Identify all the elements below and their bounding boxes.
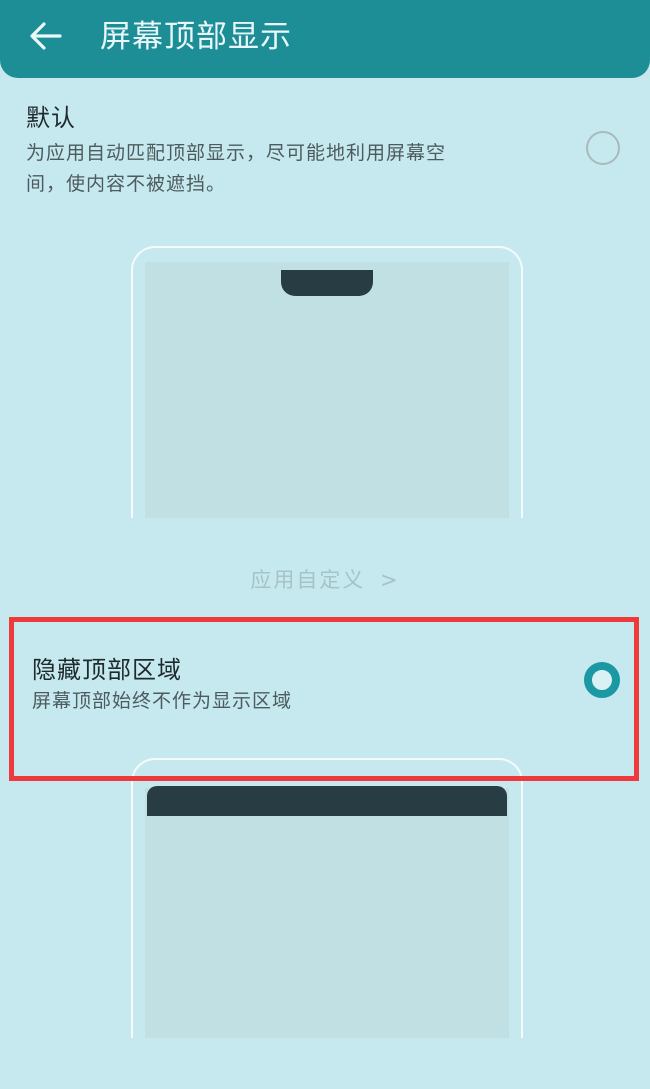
app-custom-link-label: 应用自定义 <box>250 568 366 592</box>
preview-screen <box>145 262 509 518</box>
settings-content: 默认 为应用自动匹配顶部显示，尽可能地利用屏幕空 间，使内容不被遮挡。 应用自定… <box>0 78 650 1089</box>
option-default-description-line1: 为应用自动匹配顶部显示，尽可能地利用屏幕空 <box>26 142 447 164</box>
app-header: 屏幕顶部显示 <box>0 0 650 78</box>
page-title: 屏幕顶部显示 <box>100 19 292 55</box>
hide-top-preview-illustration <box>131 758 523 1038</box>
preview-notch <box>281 270 373 296</box>
app-custom-link[interactable]: 应用自定义 > <box>0 564 650 594</box>
preview-screen <box>145 788 509 1038</box>
highlight-annotation-box <box>9 617 639 781</box>
option-default-title: 默认 <box>26 104 76 132</box>
option-default-radio[interactable] <box>586 131 620 165</box>
back-arrow-icon[interactable] <box>26 16 66 56</box>
chevron-right-icon: > <box>380 568 400 592</box>
option-default-description-line2: 间，使内容不被遮挡。 <box>26 173 227 195</box>
preview-black-top-bar <box>147 786 507 816</box>
default-preview-illustration <box>131 246 523 518</box>
